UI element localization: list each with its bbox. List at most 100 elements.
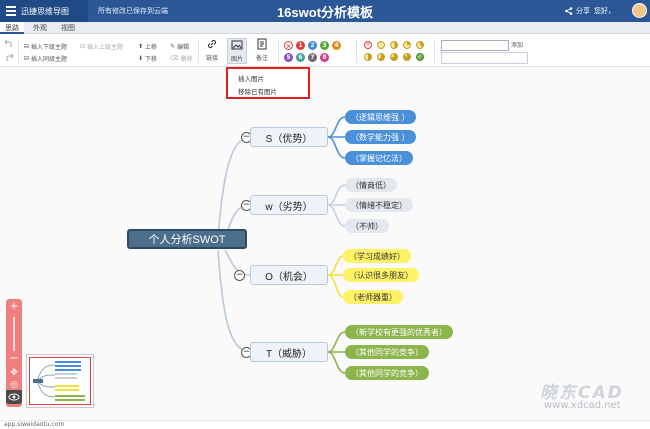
priority-1-icon[interactable]: 1: [296, 41, 305, 50]
add-resource-button[interactable]: 添加: [511, 40, 523, 49]
minimap-toggle-button[interactable]: [6, 390, 22, 404]
undo-icon: [4, 39, 12, 47]
progress-7-icon[interactable]: [403, 53, 411, 61]
ribbon-tabs: 思路 外观 视图: [0, 22, 650, 34]
zoom-slider-track[interactable]: [13, 317, 15, 351]
edit-button[interactable]: ✎ 编辑: [170, 42, 189, 51]
minimap-viewport[interactable]: [29, 357, 91, 405]
insert-sibling-icon: ⊟: [24, 55, 30, 62]
divider: [18, 39, 19, 63]
divider: [278, 39, 279, 63]
subtopic-weakness-2[interactable]: （情绪不稳定）: [345, 198, 413, 212]
tab-ideas[interactable]: 思路: [0, 22, 24, 34]
progress-2-icon[interactable]: [403, 41, 411, 49]
redo-button[interactable]: [4, 53, 14, 61]
progress-1-icon[interactable]: [390, 41, 398, 49]
divider: [356, 39, 357, 63]
insert-child-label: 插入下级主题: [31, 44, 68, 51]
link-icon: [207, 39, 217, 49]
priority-6-icon[interactable]: 6: [296, 53, 305, 62]
move-up-label: 上移: [145, 44, 158, 51]
app-name: 迅捷思维导图: [21, 6, 69, 16]
image-button[interactable]: 图片: [227, 38, 247, 64]
app-logo-button[interactable]: 迅捷思维导图: [0, 0, 88, 22]
link-button[interactable]: 链接: [202, 38, 222, 62]
subtopic-threat-3[interactable]: （其他同学的竞争）: [345, 366, 429, 380]
watermark: 晓东CAD www.xdcad.net: [540, 378, 624, 411]
zoom-out-button[interactable]: −: [8, 353, 20, 365]
progress-0-icon[interactable]: [377, 41, 385, 49]
priority-4-icon[interactable]: 4: [332, 41, 341, 50]
topic-opportunities[interactable]: O（机会）: [250, 265, 328, 285]
subtopic-weakness-3[interactable]: （不帅）: [345, 219, 389, 233]
share-label: 分享: [576, 7, 590, 15]
priority-5-icon[interactable]: 5: [284, 53, 293, 62]
move-down-button[interactable]: ⬇ 下移: [138, 54, 157, 63]
progress-3-icon[interactable]: [416, 41, 424, 49]
root-topic[interactable]: 个人分析SWOT: [127, 229, 247, 249]
user-greeting[interactable]: 您好，: [594, 6, 615, 16]
undo-button[interactable]: [4, 39, 14, 47]
move-up-button[interactable]: ⬆ 上移: [138, 42, 157, 51]
priority-8-icon[interactable]: 8: [320, 53, 329, 62]
minimap[interactable]: [26, 354, 94, 408]
subtopic-threat-1[interactable]: （新学校有更强的优秀者）: [345, 325, 453, 339]
delete-label: 删除: [180, 56, 193, 63]
insert-sibling-button[interactable]: ⊟ 插入同级主题: [24, 54, 67, 63]
progress-4-icon[interactable]: [364, 53, 372, 61]
delete-button[interactable]: ⌫ 删除: [170, 54, 193, 63]
subtopic-opportunity-1[interactable]: （学习成绩好）: [343, 249, 411, 263]
note-label: 备注: [255, 55, 268, 62]
insert-child-icon: ⊟: [24, 43, 30, 50]
move-icon[interactable]: ✥: [8, 367, 20, 379]
avatar[interactable]: [632, 3, 647, 18]
tab-appearance[interactable]: 外观: [28, 22, 52, 34]
share-button[interactable]: 分享: [565, 6, 590, 16]
topic-threats[interactable]: T（威胁）: [250, 342, 328, 362]
arrow-up-icon: ⬆: [138, 43, 144, 50]
insert-child-button[interactable]: ⊟ 插入下级主题: [24, 42, 67, 51]
note-button[interactable]: 备注: [252, 38, 272, 62]
subtopic-threat-2[interactable]: （其他同学的竞争）: [345, 345, 429, 359]
priority-3-icon[interactable]: 3: [320, 41, 329, 50]
subtopic-opportunity-3[interactable]: （老师器重）: [343, 290, 403, 304]
topic-weaknesses[interactable]: w（劣势）: [250, 195, 328, 215]
topic-strengths[interactable]: S（优势）: [250, 127, 328, 147]
image-label: 图片: [230, 56, 243, 63]
priority-7-icon[interactable]: 7: [308, 53, 317, 62]
toolbar: ⊟ 插入下级主题 ⊟ 插入上级主题 ⊟ 插入同级主题 ⬆ 上移 ⬇ 下移 ✎ 编辑 ⌫ 删除 …: [0, 34, 650, 67]
move-down-label: 下移: [145, 56, 158, 63]
insert-parent-icon: ⊟: [80, 43, 86, 50]
subtopic-strength-1[interactable]: （逻辑思维强 ）: [345, 110, 416, 124]
subtopic-strength-3[interactable]: （掌握记忆法）: [345, 151, 413, 165]
subtopic-opportunity-2[interactable]: （认识很多朋友）: [343, 268, 419, 282]
note-icon: [257, 38, 267, 50]
subtopic-weakness-1[interactable]: （情商低）: [345, 178, 397, 192]
insert-sibling-label: 插入同级主题: [31, 56, 68, 63]
status-url: app.siweidaotu.com: [0, 420, 650, 429]
remove-progress-icon[interactable]: ×: [364, 41, 372, 49]
progress-6-icon[interactable]: [390, 53, 398, 61]
image-icon: [231, 40, 243, 50]
progress-5-icon[interactable]: [377, 53, 385, 61]
tab-view[interactable]: 视图: [56, 22, 80, 34]
insert-parent-label: 插入上级主题: [87, 44, 124, 51]
zoom-in-button[interactable]: +: [8, 301, 20, 313]
resource-list[interactable]: [441, 52, 528, 64]
progress-done-icon[interactable]: ✓: [416, 53, 424, 61]
subtopic-strength-2[interactable]: （数学能力强 ）: [345, 130, 416, 144]
link-label: 链接: [205, 55, 218, 62]
pencil-icon: ✎: [170, 43, 176, 50]
save-status: 所有修改已保存到云端: [98, 7, 168, 15]
mindmap-canvas[interactable]: 个人分析SWOT − S（优势） （逻辑思维强 ） （数学能力强 ） （掌握记忆…: [0, 68, 650, 420]
collapse-o-toggle[interactable]: −: [234, 270, 245, 281]
connector-lines: [217, 116, 346, 374]
insert-parent-button[interactable]: ⊟ 插入上级主题: [80, 42, 123, 51]
menu-icon: [6, 6, 16, 16]
remove-priority-icon[interactable]: ×: [284, 41, 293, 50]
priority-2-icon[interactable]: 2: [308, 41, 317, 50]
edit-label: 编辑: [177, 44, 190, 51]
resource-input[interactable]: [441, 40, 509, 51]
watermark-url: www.xdcad.net: [544, 400, 621, 411]
redo-icon: [6, 53, 14, 61]
